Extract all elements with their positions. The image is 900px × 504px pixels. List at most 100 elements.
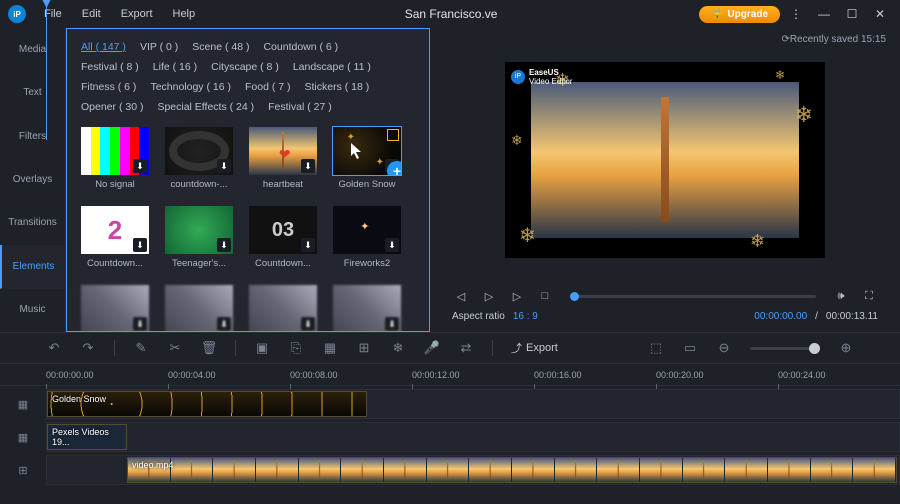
zoom-slider[interactable] — [750, 347, 820, 350]
thumb-item-11[interactable]: ⬇ — [333, 285, 401, 332]
scrub-bar[interactable] — [570, 295, 816, 298]
sidebar-item-media[interactable]: Media — [0, 28, 65, 71]
category-festival[interactable]: Festival ( 8 ) — [81, 57, 139, 77]
download-icon[interactable]: ⬇ — [301, 317, 315, 331]
thumb-countdown-[interactable]: 03⬇Countdown... — [249, 206, 317, 269]
thumb-golden-snow[interactable]: ⬇+Golden Snow — [333, 127, 401, 190]
thumb-no-signal[interactable]: ⬇No signal — [81, 127, 149, 190]
track-lane[interactable]: video.mp4 — [46, 455, 900, 485]
track-head-icon[interactable]: ▦ — [0, 422, 46, 452]
fullscreen-icon[interactable]: ⛶ — [860, 287, 878, 305]
duration: 00:00:13.11 — [826, 311, 878, 322]
track-lane[interactable]: Golden Snow — [46, 389, 900, 419]
thumb-label: Teenager's... — [172, 258, 226, 269]
sidebar-item-text[interactable]: Text — [0, 71, 65, 114]
mosaic-icon[interactable]: ▦ — [322, 340, 338, 356]
download-icon[interactable]: ⬇ — [385, 238, 399, 252]
time-sep: / — [815, 311, 818, 322]
download-icon[interactable]: ⬇ — [385, 317, 399, 331]
download-icon[interactable]: ⬇ — [301, 159, 315, 173]
track-head-icon[interactable]: ⊞ — [0, 455, 46, 485]
thumb-item-8[interactable]: ⬇ — [81, 285, 149, 332]
sidebar-item-elements[interactable]: Elements — [0, 245, 65, 288]
category-countdown[interactable]: Countdown ( 6 ) — [263, 37, 338, 57]
download-icon[interactable]: ⬇ — [133, 317, 147, 331]
thumb-item-9[interactable]: ⬇ — [165, 285, 233, 332]
category-stickers[interactable]: Stickers ( 18 ) — [305, 77, 370, 97]
menu-help[interactable]: Help — [165, 4, 204, 24]
category-vip[interactable]: VIP ( 0 ) — [140, 37, 178, 57]
current-time: 00:00:00.00 — [754, 311, 807, 322]
track-head-icon[interactable]: ▦ — [0, 389, 46, 419]
clip-video-mp4[interactable]: video.mp4 — [127, 457, 897, 483]
download-icon[interactable]: ⬇ — [301, 238, 315, 252]
category-special-effects[interactable]: Special Effects ( 24 ) — [157, 97, 254, 117]
sidebar-item-transitions[interactable]: Transitions — [0, 202, 65, 245]
category-festival[interactable]: Festival ( 27 ) — [268, 97, 332, 117]
category-landscape[interactable]: Landscape ( 11 ) — [293, 57, 371, 77]
redo-button[interactable]: ↷ — [80, 340, 96, 356]
freeze-icon[interactable]: ❄ — [390, 340, 406, 356]
category-opener[interactable]: Opener ( 30 ) — [81, 97, 143, 117]
speed-icon[interactable]: ⇄ — [458, 340, 474, 356]
undo-button[interactable]: ↶ — [46, 340, 62, 356]
download-icon[interactable]: ⬇ — [217, 238, 231, 252]
cut-icon[interactable]: ✂ — [167, 340, 183, 356]
download-icon[interactable]: ⬇ — [217, 159, 231, 173]
select-checkbox[interactable] — [387, 129, 399, 141]
zoom-out-icon[interactable]: ⊖ — [716, 340, 732, 356]
aspect-value[interactable]: 16 : 9 — [513, 311, 538, 322]
thumb-item-10[interactable]: ⬇ — [249, 285, 317, 332]
fit-icon[interactable]: ▭ — [682, 340, 698, 356]
thumb-fireworks2[interactable]: ✦⬇Fireworks2 — [333, 206, 401, 269]
zoom-in-icon[interactable]: ⊕ — [838, 340, 854, 356]
minimize-icon[interactable]: — — [812, 2, 836, 26]
edit-icon[interactable]: ✎ — [133, 340, 149, 356]
zoom-icon[interactable]: ⊞ — [356, 340, 372, 356]
category-scene[interactable]: Scene ( 48 ) — [192, 37, 249, 57]
marker-icon[interactable]: ⬚ — [648, 340, 664, 356]
time-ruler[interactable]: 00:00:00.0000:00:04.0000:00:08.0000:00:1… — [0, 364, 900, 386]
left-sidebar: MediaTextFiltersOverlaysTransitionsEleme… — [0, 28, 66, 332]
category-all[interactable]: All ( 147 ) — [81, 37, 126, 57]
thumb-heartbeat[interactable]: ❤⬇heartbeat — [249, 127, 317, 190]
category-technology[interactable]: Technology ( 16 ) — [150, 77, 231, 97]
close-icon[interactable]: ✕ — [868, 2, 892, 26]
stop-button[interactable]: □ — [536, 287, 554, 305]
download-icon[interactable]: ⬇ — [133, 159, 147, 173]
next-frame-button[interactable]: ▷ — [508, 287, 526, 305]
upgrade-button[interactable]: 🔒Upgrade — [699, 6, 780, 23]
clip-pexels-videos-19-[interactable]: Pexels Videos 19... — [47, 424, 127, 450]
play-button[interactable]: ▷ — [480, 287, 498, 305]
category-cityscape[interactable]: Cityscape ( 8 ) — [211, 57, 279, 77]
download-icon[interactable]: ⬇ — [217, 317, 231, 331]
elements-library: All ( 147 ) VIP ( 0 ) Scene ( 48 ) Countdow… — [66, 28, 430, 332]
crop-icon[interactable]: ▣ — [254, 340, 270, 356]
sidebar-item-music[interactable]: Music — [0, 289, 65, 332]
thumb-countdown-[interactable]: 2⬇Countdown... — [81, 206, 149, 269]
clip-golden-snow[interactable]: Golden Snow — [47, 391, 367, 417]
menu-export[interactable]: Export — [113, 4, 161, 24]
prev-frame-button[interactable]: ◁ — [452, 287, 470, 305]
menu-file[interactable]: File — [36, 4, 70, 24]
voice-icon[interactable]: 🎤 — [424, 340, 440, 356]
maximize-icon[interactable]: ☐ — [840, 2, 864, 26]
delete-icon[interactable]: 🗑 — [201, 340, 217, 356]
preview-viewport[interactable]: iP EaseUSVideo Editor ❄ ❄ ❄ ❄ ❄ ❄ — [448, 38, 882, 281]
export-button[interactable]: ⤴ Export — [511, 340, 558, 356]
split-icon[interactable]: ⎘ — [288, 340, 304, 356]
add-to-timeline-button[interactable]: + — [387, 161, 401, 175]
sidebar-item-filters[interactable]: Filters — [0, 115, 65, 158]
settings-icon[interactable]: ⋮ — [784, 2, 808, 26]
sidebar-item-overlays[interactable]: Overlays — [0, 158, 65, 201]
thumb-label: Fireworks2 — [344, 258, 390, 269]
category-food[interactable]: Food ( 7 ) — [245, 77, 291, 97]
track-lane[interactable]: Pexels Videos 19... — [46, 422, 900, 452]
category-life[interactable]: Life ( 16 ) — [153, 57, 197, 77]
menu-edit[interactable]: Edit — [74, 4, 109, 24]
thumb-countdown-[interactable]: ⬇countdown-... — [165, 127, 233, 190]
volume-icon[interactable]: 🕪 — [832, 287, 850, 305]
download-icon[interactable]: ⬇ — [133, 238, 147, 252]
thumb-teenager-s-[interactable]: ⬇ Teenager's... — [165, 206, 233, 269]
category-fitness[interactable]: Fitness ( 6 ) — [81, 77, 136, 97]
